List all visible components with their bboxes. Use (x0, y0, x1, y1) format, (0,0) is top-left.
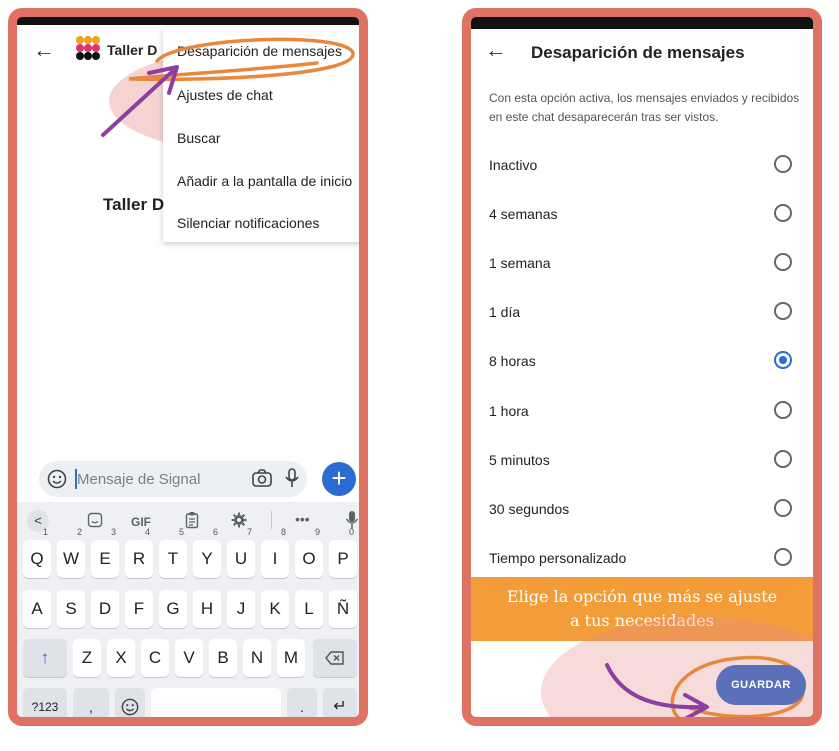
key-k[interactable]: K (261, 590, 289, 628)
annotation-banner-line-1: Elige la opción que más se ajuste (506, 587, 778, 606)
chat-screen: ← Taller D Desaparición de mensajes Ajus… (8, 8, 368, 726)
save-button[interactable]: GUARDAR (716, 665, 806, 705)
comma-key[interactable]: , (73, 688, 109, 717)
description-text: Con esta opción activa, los mensajes env… (489, 91, 800, 124)
conversation-title: Taller D (103, 195, 165, 214)
option-label-5-minutes[interactable]: 5 minutos (489, 452, 550, 468)
key-z[interactable]: Z (73, 639, 101, 677)
key-s[interactable]: S (57, 590, 85, 628)
key-r[interactable]: 4R (125, 528, 153, 578)
status-bar (471, 17, 813, 29)
option-label-1-day[interactable]: 1 día (489, 304, 520, 320)
camera-icon[interactable] (251, 467, 273, 489)
key-p[interactable]: 0P (329, 528, 357, 578)
radio-1-day[interactable] (774, 302, 792, 320)
smiley-icon (121, 698, 139, 716)
enter-key[interactable]: ↵ (323, 688, 357, 717)
sticker-icon[interactable] (87, 512, 103, 528)
key-i[interactable]: 8I (261, 528, 289, 578)
numbers-key[interactable]: ?123 (23, 688, 67, 717)
period-key[interactable]: . (287, 688, 317, 717)
key-t[interactable]: 5T (159, 528, 187, 578)
microphone-icon[interactable] (283, 467, 301, 489)
option-label-8-hours[interactable]: 8 horas (489, 353, 536, 369)
back-button[interactable]: ← (485, 37, 507, 63)
message-input[interactable]: Mensaje de Signal (77, 471, 200, 488)
radio-5-minutes[interactable] (774, 450, 792, 468)
menu-item-mute[interactable]: Silenciar notificaciones (177, 215, 319, 231)
shift-arrow-icon: ↑ (40, 648, 50, 667)
key-o[interactable]: 9O (295, 528, 323, 578)
key-v[interactable]: V (175, 639, 203, 677)
key-x[interactable]: X (107, 639, 135, 677)
option-label-inactive[interactable]: Inactivo (489, 157, 537, 173)
key-w[interactable]: 2W (57, 528, 85, 578)
option-label-1-week[interactable]: 1 semana (489, 255, 550, 271)
key-j[interactable]: J (227, 590, 255, 628)
radio-8-hours-selected[interactable] (774, 351, 792, 369)
key-f[interactable]: F (125, 590, 153, 628)
radio-inactive[interactable] (774, 155, 792, 173)
key-m[interactable]: M (277, 639, 305, 677)
key-enye[interactable]: Ñ (329, 590, 357, 628)
radio-custom-time[interactable] (774, 548, 792, 566)
key-e[interactable]: 3E (91, 528, 119, 578)
radio-30-seconds[interactable] (774, 499, 792, 517)
radio-4-weeks[interactable] (774, 204, 792, 222)
key-y[interactable]: 6Y (193, 528, 221, 578)
backspace-key[interactable] (313, 639, 357, 677)
clipboard-icon[interactable] (185, 511, 199, 529)
key-h[interactable]: H (193, 590, 221, 628)
key-g[interactable]: G (159, 590, 187, 628)
radio-1-week[interactable] (774, 253, 792, 271)
toolbar-divider (271, 511, 272, 529)
shift-key[interactable]: ↑ (23, 639, 67, 677)
option-label-30-seconds[interactable]: 30 segundos (489, 501, 569, 517)
key-c[interactable]: C (141, 639, 169, 677)
key-a[interactable]: A (23, 590, 51, 628)
option-label-4-weeks[interactable]: 4 semanas (489, 206, 557, 222)
enter-arrow-icon: ↵ (333, 698, 347, 715)
key-l[interactable]: L (295, 590, 323, 628)
more-options-icon[interactable]: ••• (295, 511, 310, 527)
option-label-custom-time[interactable]: Tiempo personalizado (489, 550, 626, 566)
key-u[interactable]: 7U (227, 528, 255, 578)
disappearing-messages-screen: ← Desaparición de mensajes Con esta opci… (462, 8, 822, 726)
settings-gear-icon[interactable] (231, 512, 247, 528)
add-attachment-button[interactable]: + (322, 462, 356, 496)
radio-1-hour[interactable] (774, 401, 792, 419)
page-title: Desaparición de mensajes (531, 43, 745, 62)
key-d[interactable]: D (91, 590, 119, 628)
emoji-key[interactable] (115, 688, 145, 717)
key-q[interactable]: 1Q (23, 528, 51, 578)
key-b[interactable]: B (209, 639, 237, 677)
key-n[interactable]: N (243, 639, 271, 677)
emoji-icon[interactable] (47, 469, 67, 489)
backspace-icon (325, 651, 344, 665)
option-label-1-hour[interactable]: 1 hora (489, 403, 529, 419)
annotation-marks (101, 37, 355, 137)
space-key[interactable] (151, 688, 281, 717)
